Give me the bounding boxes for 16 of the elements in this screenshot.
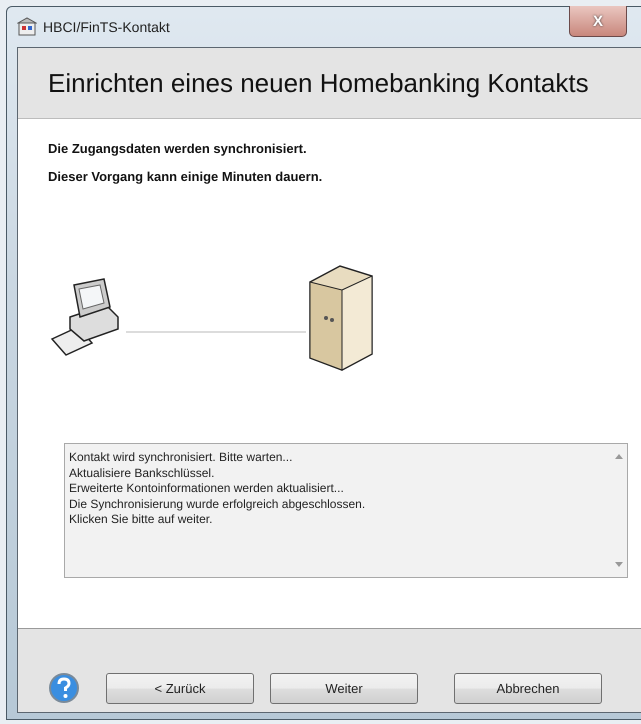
dialog-button[interactable]: Abbrechen	[454, 673, 602, 704]
intro-text: Dieser Vorgang kann einige Minuten dauern.	[48, 169, 324, 184]
scroll-down-icon[interactable]	[614, 562, 622, 567]
scroll-up-icon[interactable]	[614, 454, 622, 459]
log-line: Kontakt wird synchronisiert. Bitte warten...	[69, 450, 294, 466]
log-line: Klicken Sie bitte auf weiter.	[69, 512, 214, 528]
log-line: Erweiterte Kontoinformationen werden aktualisiert...	[69, 481, 345, 496]
dialog-button[interactable]: Weiter	[270, 673, 418, 704]
help-icon[interactable]	[48, 672, 80, 704]
header-title: Einrichten eines neuen Homebanking Kontakts	[48, 68, 589, 98]
window-title: HBCI/FinTS-Kontakt	[43, 19, 170, 35]
intro-text: Die Zugangsdaten werden synchronisiert.	[48, 141, 308, 156]
bank-icon	[17, 17, 37, 37]
log-line: Die Synchronisierung wurde erfolgreich abgeschlossen.	[69, 496, 366, 512]
dialog-button[interactable]: < Zurück	[106, 673, 254, 704]
log-line: Aktualisiere Bankschlüssel.	[69, 466, 216, 481]
